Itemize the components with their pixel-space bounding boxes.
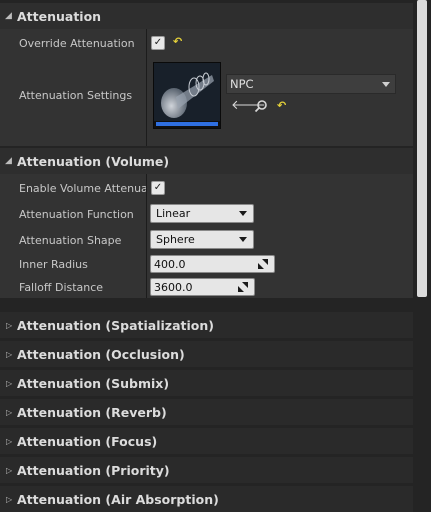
triangle-right-icon: ▷: [6, 407, 13, 417]
section-spatialization-header[interactable]: ▷ Attenuation (Spatialization): [0, 312, 413, 338]
property-label: Attenuation Function: [19, 207, 134, 221]
section-occlusion-header[interactable]: ▷ Attenuation (Occlusion): [0, 341, 413, 367]
section-title: Attenuation (Focus): [17, 433, 158, 449]
section-volume-header[interactable]: ◢ Attenuation (Volume): [0, 148, 413, 174]
attenuation-function-dropdown[interactable]: Linear: [150, 204, 254, 223]
row-enable-volume-attenuation: Enable Volume Attenuatic ✓: [0, 179, 413, 197]
section-title: Attenuation (Volume): [17, 153, 170, 169]
triangle-right-icon: ▷: [6, 465, 13, 475]
magnifier-icon[interactable]: [254, 99, 268, 116]
chevron-down-icon: [239, 237, 247, 242]
property-label: Attenuation Shape: [19, 233, 122, 247]
chevron-down-icon: [239, 211, 247, 216]
speaker-cone-icon: [154, 63, 220, 126]
override-attenuation-checkbox[interactable]: ✓: [151, 36, 165, 50]
row-falloff-distance: Falloff Distance 3600.0: [0, 278, 413, 296]
triangle-down-icon: ◢: [5, 11, 12, 21]
property-label: Override Attenuation: [19, 36, 135, 50]
triangle-right-icon: ▷: [6, 349, 13, 359]
details-panel: ◢ Attenuation Override Attenuation ✓ ↶ A…: [0, 0, 413, 512]
section-focus-header[interactable]: ▷ Attenuation (Focus): [0, 428, 413, 454]
section-title: Attenuation (Reverb): [17, 404, 167, 420]
drag-handle-icon[interactable]: [258, 259, 268, 269]
numeric-value: 400.0: [154, 257, 186, 271]
row-attenuation-shape: Attenuation Shape Sphere: [0, 230, 413, 250]
property-label: Falloff Distance: [19, 280, 104, 294]
chevron-down-icon: [382, 82, 390, 87]
asset-thumbnail[interactable]: [153, 62, 221, 129]
triangle-down-icon: ◢: [5, 156, 12, 166]
section-title: Attenuation (Submix): [17, 375, 170, 391]
section-volume-body: Enable Volume Attenuatic ✓ Attenuation F…: [0, 174, 413, 298]
property-label: Attenuation Settings: [19, 88, 133, 102]
drag-handle-icon[interactable]: [238, 282, 248, 292]
vertical-scrollbar[interactable]: [417, 0, 427, 297]
section-air-absorption-header[interactable]: ▷ Attenuation (Air Absorption): [0, 486, 413, 512]
asset-name: NPC: [230, 77, 254, 91]
row-inner-radius: Inner Radius 400.0: [0, 255, 413, 273]
section-title: Attenuation (Priority): [17, 462, 170, 478]
enable-volume-attenuation-checkbox[interactable]: ✓: [151, 181, 165, 195]
triangle-right-icon: ▷: [6, 378, 13, 388]
attenuation-asset-combo[interactable]: NPC: [226, 74, 396, 94]
property-label: Enable Volume Attenuatic: [19, 181, 146, 195]
section-title: Attenuation (Spatialization): [17, 317, 214, 333]
reset-to-default-icon[interactable]: ↶: [173, 35, 182, 48]
attenuation-shape-dropdown[interactable]: Sphere: [150, 230, 254, 249]
triangle-right-icon: ▷: [6, 320, 13, 330]
section-reverb-header[interactable]: ▷ Attenuation (Reverb): [0, 399, 413, 425]
section-submix-header[interactable]: ▷ Attenuation (Submix): [0, 370, 413, 396]
section-title: Attenuation: [17, 8, 102, 24]
triangle-right-icon: ▷: [6, 494, 13, 504]
triangle-right-icon: ▷: [6, 436, 13, 446]
row-override-attenuation: Override Attenuation ✓ ↶: [0, 34, 413, 52]
numeric-value: 3600.0: [154, 280, 193, 294]
section-attenuation-header[interactable]: ◢ Attenuation: [0, 3, 413, 29]
dropdown-value: Linear: [156, 207, 191, 220]
inner-radius-input[interactable]: 400.0: [150, 255, 275, 273]
falloff-distance-input[interactable]: 3600.0: [150, 278, 255, 296]
section-title: Attenuation (Occlusion): [17, 346, 185, 362]
property-label: Inner Radius: [19, 257, 88, 271]
dropdown-value: Sphere: [156, 233, 195, 246]
section-title: Attenuation (Air Absorption): [17, 491, 219, 507]
section-priority-header[interactable]: ▷ Attenuation (Priority): [0, 457, 413, 483]
row-attenuation-function: Attenuation Function Linear: [0, 204, 413, 224]
reset-to-default-icon[interactable]: ↶: [277, 99, 286, 112]
